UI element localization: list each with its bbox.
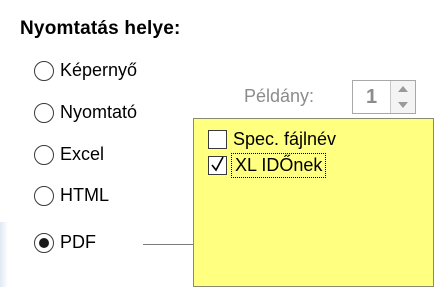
radio-button-icon[interactable] (34, 185, 54, 206)
radio-button-selected-icon[interactable] (34, 232, 54, 253)
radio-button-icon[interactable] (34, 144, 54, 165)
spinner-up-button[interactable] (391, 81, 415, 97)
radio-label: PDF (60, 232, 96, 252)
pdf-options-panel: Spec. fájlnév XL IDŐnek (193, 118, 434, 287)
radio-label: HTML (60, 185, 109, 205)
checkbox-xl-time[interactable]: XL IDŐnek (208, 153, 327, 178)
radio-html[interactable]: HTML (34, 185, 109, 206)
print-destination-panel: Nyomtatás helye: Képernyő Nyomtató Excel… (0, 0, 434, 287)
pdf-connector-line (143, 244, 193, 245)
radio-label: Excel (60, 144, 105, 164)
radio-button-icon[interactable] (34, 60, 54, 81)
arrow-up-icon (398, 86, 408, 92)
radio-screen[interactable]: Képernyő (34, 60, 137, 81)
checkbox-checked-icon[interactable] (208, 156, 227, 175)
radio-excel[interactable]: Excel (34, 144, 104, 165)
radio-label: Képernyő (60, 60, 138, 80)
arrow-down-icon (398, 102, 408, 108)
radio-printer[interactable]: Nyomtató (34, 102, 137, 123)
copies-value[interactable]: 1 (353, 81, 390, 113)
spinner-down-button[interactable] (391, 97, 415, 113)
copies-spinner[interactable]: 1 (352, 80, 416, 114)
checkbox-label: XL IDŐnek (230, 153, 327, 178)
checkbox-icon[interactable] (208, 130, 227, 149)
group-title: Nyomtatás helye: (20, 18, 181, 39)
radio-button-icon[interactable] (34, 102, 54, 123)
checkbox-spec-filename[interactable]: Spec. fájlnév (208, 129, 336, 150)
copies-label: Példány: (244, 86, 315, 106)
window-edge (0, 222, 8, 287)
spinner-arrows (390, 81, 415, 113)
radio-pdf[interactable]: PDF (34, 232, 96, 253)
checkbox-label: Spec. fájlnév (233, 129, 337, 149)
checkmark-icon (211, 156, 224, 172)
radio-label: Nyomtató (60, 102, 138, 122)
